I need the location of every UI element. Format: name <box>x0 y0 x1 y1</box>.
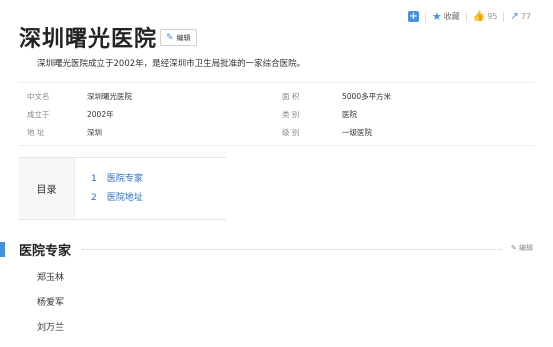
page-title: 深圳曙光医院 <box>19 27 158 52</box>
section-header: 医院专家 ✎ 编辑 <box>0 240 553 260</box>
toc-number: 1 <box>91 174 97 184</box>
section-divider <box>82 249 502 250</box>
share-count: 77 <box>520 12 531 21</box>
info-key: 地 址 <box>27 127 45 137</box>
add-icon[interactable]: + <box>407 11 419 22</box>
section-edit-button[interactable]: ✎ 编辑 <box>511 243 533 253</box>
info-key: 面 积 <box>282 91 300 101</box>
edit-button[interactable]: ✎ 编辑 <box>160 29 197 46</box>
info-row: 中文名 深圳曙光医院 面 积 5000多平方米 <box>19 87 534 105</box>
info-value: 深圳 <box>87 127 102 137</box>
toc-item-address[interactable]: 2 医院地址 <box>91 189 143 208</box>
list-item: 郑玉林 <box>37 273 65 283</box>
like-count: 95 <box>487 12 498 21</box>
info-value: 5000多平方米 <box>342 91 392 101</box>
toc-number: 2 <box>91 193 97 203</box>
share-button[interactable]: ↗ 77 <box>510 11 531 22</box>
list-item: 刘万兰 <box>37 323 65 333</box>
like-button[interactable]: 👍 95 <box>473 11 498 22</box>
info-row: 成立于 2002年 类 别 医院 <box>19 105 534 123</box>
toc-link[interactable]: 医院专家 <box>107 174 143 184</box>
info-key: 类 别 <box>282 109 300 119</box>
info-box: 中文名 深圳曙光医院 面 积 5000多平方米 成立于 2002年 类 别 医院… <box>19 82 534 146</box>
edit-label: 编辑 <box>176 33 191 42</box>
info-key: 中文名 <box>27 91 50 101</box>
toc-item-experts[interactable]: 1 医院专家 <box>91 170 143 189</box>
info-value: 深圳曙光医院 <box>87 91 132 101</box>
info-value: 医院 <box>342 109 357 119</box>
info-value: 2002年 <box>87 109 114 119</box>
share-icon: ↗ <box>510 11 519 22</box>
info-key: 级 别 <box>282 127 300 137</box>
collect-button[interactable]: ★ 收藏 <box>432 10 460 23</box>
section-edit-label: 编辑 <box>519 244 533 252</box>
section-title: 医院专家 <box>19 244 72 259</box>
info-row: 地 址 深圳 级 别 一级医院 <box>19 123 534 141</box>
collect-label: 收藏 <box>443 12 460 21</box>
divider <box>465 11 467 22</box>
section-accent-bar <box>0 242 5 257</box>
summary-text: 深圳曙光医院成立于2002年，是经深圳市卫生局批准的一家综合医院。 <box>37 59 306 69</box>
info-key: 成立于 <box>27 109 50 119</box>
divider <box>503 11 505 22</box>
star-icon: ★ <box>431 10 442 23</box>
toc-link[interactable]: 医院地址 <box>107 193 143 203</box>
thumbs-up-icon: 👍 <box>472 11 486 22</box>
pencil-icon: ✎ <box>166 32 174 43</box>
info-value: 一级医院 <box>342 127 372 137</box>
toc-heading: 目录 <box>19 158 75 219</box>
table-of-contents: 目录 1 医院专家 2 医院地址 <box>19 157 226 220</box>
top-toolbar: + ★ 收藏 👍 95 ↗ 77 <box>407 10 531 23</box>
pencil-icon: ✎ <box>510 244 517 252</box>
toc-list: 1 医院专家 2 医院地址 <box>91 170 143 208</box>
list-item: 杨爱军 <box>37 298 65 308</box>
divider <box>424 11 426 22</box>
